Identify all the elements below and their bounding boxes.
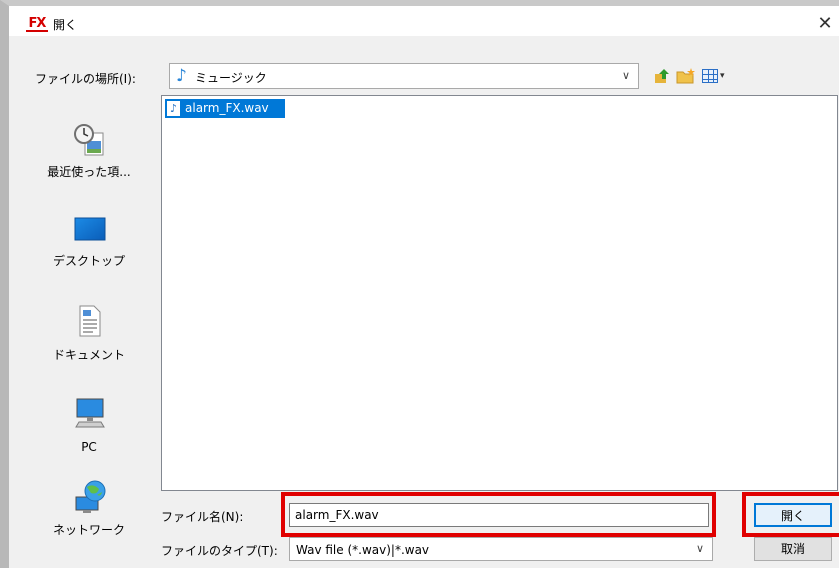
place-label-documents: ドキュメント <box>52 348 125 362</box>
filename-input[interactable]: alarm_FX.wav <box>289 503 709 527</box>
view-menu-button[interactable]: ▾ <box>700 64 736 88</box>
place-label-pc: PC <box>81 440 97 454</box>
recent-items-icon <box>74 124 104 156</box>
open-file-dialog: FX 開く ✕ ファイルの場所(I): ♪ ミュージック ∨ ▾ 最近使った項.… <box>0 0 839 568</box>
app-logo-icon: FX <box>26 16 48 32</box>
file-list[interactable]: ♪ alarm_FX.wav <box>161 95 838 491</box>
filetype-dropdown[interactable]: Wav file (*.wav)|*.wav ∨ <box>289 537 713 561</box>
look-in-dropdown[interactable]: ♪ ミュージック ∨ <box>169 63 639 89</box>
audio-file-icon: ♪ <box>167 101 180 116</box>
place-label-recent: 最近使った項... <box>47 165 131 179</box>
look-in-label: ファイルの場所(I): <box>35 72 136 86</box>
place-label-desktop: デスクトップ <box>52 254 125 268</box>
filename-label: ファイル名(N): <box>161 510 244 524</box>
place-pc[interactable]: PC <box>21 392 157 462</box>
pc-icon <box>75 398 105 428</box>
filetype-value: Wav file (*.wav)|*.wav <box>296 543 430 557</box>
caret-down-icon: ▾ <box>720 71 725 81</box>
list-item[interactable]: ♪ alarm_FX.wav <box>165 99 285 118</box>
places-bar: 最近使った項... デスクトップ ドキュメント PC ネットワーク <box>21 95 157 567</box>
chevron-down-icon[interactable]: ∨ <box>620 68 632 84</box>
dialog-title: 開く <box>53 18 78 32</box>
up-folder-icon <box>655 69 669 83</box>
title-bar: FX 開く ✕ <box>9 6 839 36</box>
filetype-label: ファイルのタイプ(T): <box>161 544 278 558</box>
view-menu-icon <box>702 69 718 83</box>
open-button[interactable]: 開く <box>754 503 832 527</box>
place-documents[interactable]: ドキュメント <box>21 300 157 380</box>
documents-icon <box>79 305 101 337</box>
close-button[interactable]: ✕ <box>811 12 839 36</box>
music-note-icon: ♪ <box>176 66 187 86</box>
cancel-button[interactable]: 取消 <box>754 537 832 561</box>
up-folder-button[interactable] <box>650 64 674 88</box>
new-folder-button[interactable] <box>674 64 698 88</box>
new-folder-icon <box>676 68 695 84</box>
place-desktop[interactable]: デスクトップ <box>21 210 157 290</box>
chevron-down-icon[interactable]: ∨ <box>696 542 704 555</box>
network-icon <box>75 480 106 513</box>
place-network[interactable]: ネットワーク <box>21 477 157 557</box>
place-recent[interactable]: 最近使った項... <box>21 115 157 195</box>
look-in-value: ミュージック <box>195 71 267 85</box>
place-label-network: ネットワーク <box>52 523 125 537</box>
desktop-icon <box>74 217 106 241</box>
file-name: alarm_FX.wav <box>185 101 269 115</box>
